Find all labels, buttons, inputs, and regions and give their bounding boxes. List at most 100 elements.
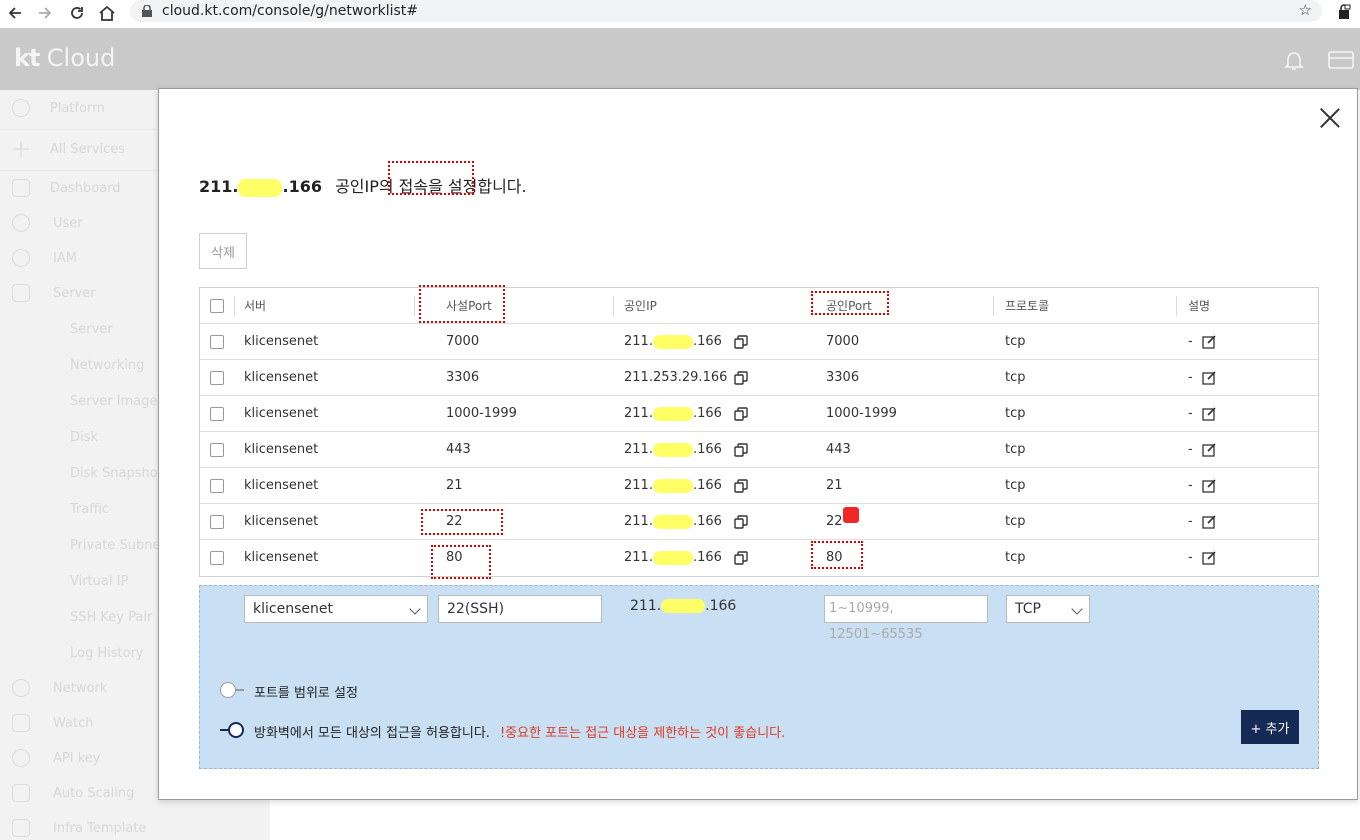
monitor-icon <box>12 714 30 732</box>
row-checkbox[interactable] <box>210 335 224 349</box>
firewall-toggle-label: 방화벽에서 모든 대상의 접근을 허용합니다. !중요한 포트는 접근 대상을 제… <box>254 726 786 741</box>
table-row: klicensenet 7000 211. .166 7000 tcp - <box>200 324 1318 360</box>
add-button[interactable]: + 추가 <box>1241 710 1299 744</box>
cell-protocol: tcp <box>1005 370 1026 385</box>
edit-icon[interactable] <box>1202 514 1217 529</box>
copy-icon[interactable] <box>734 515 748 529</box>
bookmark-star-icon[interactable]: ☆ <box>1299 1 1312 19</box>
kt-cloud-logo[interactable]: kt Cloud <box>14 44 115 72</box>
row-checkbox[interactable] <box>210 443 224 457</box>
public-port-input[interactable]: 1~10999, 12501~65535 <box>824 595 988 642</box>
server-select[interactable]: klicensenet <box>244 595 428 623</box>
table-row: klicensenet 21 211. .166 21 tcp - <box>200 468 1318 504</box>
title-ip-end: .166 <box>282 177 322 196</box>
sidebar-item-infra-template[interactable]: Infra Template <box>0 810 270 840</box>
user-icon <box>12 214 30 232</box>
cell-server: klicensenet <box>244 370 319 385</box>
edit-icon[interactable] <box>1202 442 1217 457</box>
row-checkbox[interactable] <box>210 551 224 565</box>
app-header: kt Cloud <box>0 28 1360 90</box>
redaction-mark <box>652 514 693 529</box>
cell-public-ip: 211. .166 <box>624 550 722 565</box>
add-rule-panel: klicensenet 22(SSH) 211. .166 1~10999, 12… <box>199 585 1319 769</box>
copy-icon[interactable] <box>734 407 748 421</box>
edit-icon[interactable] <box>1202 478 1217 493</box>
forward-icon[interactable] <box>32 2 58 24</box>
redaction-mark <box>652 442 693 457</box>
home-icon[interactable] <box>94 2 120 24</box>
network-icon <box>12 679 30 697</box>
address-bar[interactable]: cloud.kt.com/console/g/networklist# ☆ <box>130 0 1322 22</box>
redaction-mark <box>652 334 693 349</box>
row-checkbox[interactable] <box>210 515 224 529</box>
cell-server: klicensenet <box>244 478 319 493</box>
cell-private-port: 3306 <box>446 370 480 385</box>
cell-server: klicensenet <box>244 334 319 349</box>
cell-server: klicensenet <box>244 442 319 457</box>
edit-icon[interactable] <box>1202 370 1217 385</box>
private-port-input[interactable]: 22(SSH) <box>438 595 602 623</box>
table-row: klicensenet 22 211. .166 22 tcp - <box>200 504 1318 540</box>
home-icon <box>12 179 30 197</box>
cell-protocol: tcp <box>1005 514 1026 529</box>
key-icon <box>12 749 30 767</box>
cell-server: klicensenet <box>244 514 319 529</box>
cell-public-port: 1000-1999 <box>826 406 897 421</box>
col-description: 설명 <box>1188 299 1211 313</box>
scale-icon <box>12 784 30 802</box>
reload-icon[interactable] <box>64 2 90 24</box>
annotation-box <box>421 509 503 535</box>
cell-public-port: 22 <box>826 514 843 529</box>
redaction-mark <box>652 406 693 421</box>
card-icon[interactable] <box>1328 48 1354 72</box>
annotation-box <box>811 291 889 315</box>
table-row: klicensenet 3306 211.253.29.166 3306 tcp - <box>200 360 1318 396</box>
col-public-ip: 공인IP <box>624 299 657 313</box>
cell-protocol: tcp <box>1005 442 1026 457</box>
cell-protocol: tcp <box>1005 550 1026 565</box>
close-icon[interactable] <box>1319 107 1341 129</box>
cell-description: - <box>1188 406 1193 421</box>
cell-public-ip: 211. .166 <box>624 514 722 529</box>
extension-icon[interactable] <box>1336 4 1352 20</box>
copy-icon[interactable] <box>734 443 748 457</box>
bell-icon[interactable] <box>1282 48 1306 72</box>
cell-public-ip: 211. .166 <box>624 406 722 421</box>
table-row: klicensenet 443 211. .166 443 tcp - <box>200 432 1318 468</box>
chevron-down-icon <box>409 603 421 615</box>
firewall-toggle[interactable] <box>220 722 244 738</box>
cell-description: - <box>1188 514 1193 529</box>
redaction-mark <box>238 178 283 197</box>
modal-title: 211. .166 공인IP의 접속을 설정합니다. <box>199 173 527 197</box>
annotation-box <box>419 285 505 323</box>
back-icon[interactable] <box>2 2 28 24</box>
redaction-mark <box>652 478 693 493</box>
row-checkbox[interactable] <box>210 407 224 421</box>
cell-description: - <box>1188 550 1193 565</box>
protocol-select[interactable]: TCP <box>1006 595 1090 623</box>
select-all-checkbox[interactable] <box>210 299 224 313</box>
copy-icon[interactable] <box>734 335 748 349</box>
edit-icon[interactable] <box>1202 406 1217 421</box>
copy-icon[interactable] <box>734 551 748 565</box>
port-forwarding-table: 서버 사설Port 공인IP 공인Port 프로토콜 설명 klicensene… <box>199 287 1319 577</box>
edit-icon[interactable] <box>1202 550 1217 565</box>
cloud-icon <box>12 249 30 267</box>
plus-icon <box>12 140 30 158</box>
col-server: 서버 <box>244 299 267 313</box>
cell-public-port: 443 <box>826 442 851 457</box>
cell-description: - <box>1188 442 1193 457</box>
col-protocol: 프로토콜 <box>1005 299 1050 313</box>
cell-public-ip: 211. .166 <box>624 478 722 493</box>
annotation-box <box>431 545 491 579</box>
delete-button[interactable]: 삭제 <box>199 233 247 269</box>
copy-icon[interactable] <box>734 479 748 493</box>
row-checkbox[interactable] <box>210 371 224 385</box>
copy-icon[interactable] <box>734 371 748 385</box>
lock-icon <box>142 4 152 17</box>
range-toggle[interactable] <box>220 682 244 698</box>
cell-protocol: tcp <box>1005 334 1026 349</box>
edit-icon[interactable] <box>1202 334 1217 349</box>
row-checkbox[interactable] <box>210 479 224 493</box>
cell-public-ip: 211. .166 <box>624 334 722 349</box>
